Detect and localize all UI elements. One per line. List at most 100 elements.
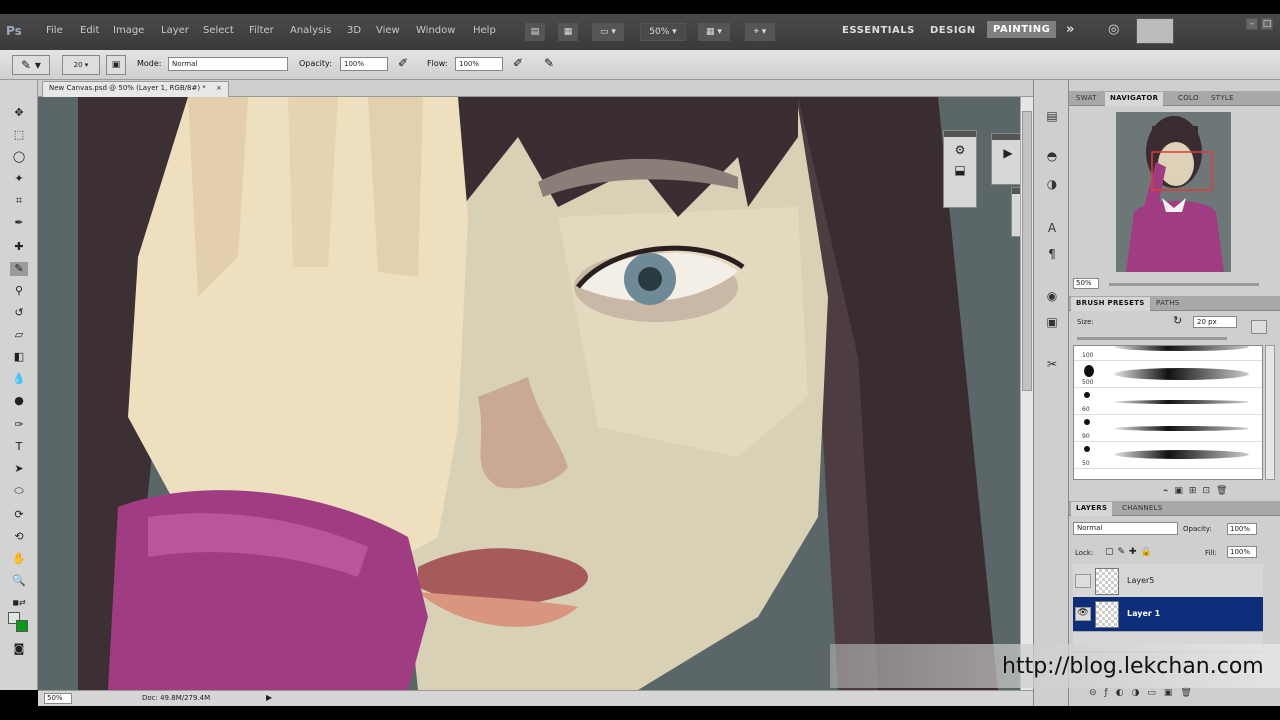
brush-preset-menu-icon[interactable] bbox=[1251, 320, 1267, 334]
menu-analysis[interactable]: Analysis bbox=[290, 25, 331, 36]
view-extras-icon[interactable]: ▦ ▾ bbox=[698, 23, 730, 41]
lock-options-icons[interactable]: ▢✎✚🔒 bbox=[1105, 547, 1156, 557]
brush-preset-row[interactable]: 500 bbox=[1074, 361, 1262, 388]
opacity-input[interactable]: 100% bbox=[340, 57, 388, 71]
3d-orbit-tool-icon[interactable]: ⟲ bbox=[10, 530, 28, 544]
navigator-preview[interactable] bbox=[1116, 112, 1231, 272]
hand-icon[interactable]: ✋ bbox=[1012, 200, 1020, 214]
eye-icon[interactable]: 👁 bbox=[1075, 607, 1091, 621]
brush-size-picker[interactable]: 20 ▾ bbox=[62, 55, 100, 75]
more-workspaces-icon[interactable]: » bbox=[1066, 22, 1075, 37]
status-zoom-input[interactable]: 50% bbox=[44, 693, 72, 704]
tab-layers[interactable]: LAYERS bbox=[1071, 502, 1113, 516]
brush-tool-icon[interactable]: ✎ bbox=[10, 262, 28, 276]
navigator-zoom-slider[interactable] bbox=[1109, 283, 1259, 286]
workspace-design[interactable]: DESIGN bbox=[930, 25, 976, 36]
minimize-icon[interactable]: – bbox=[1246, 18, 1258, 30]
zoom-tool-icon[interactable]: 🔍 bbox=[10, 574, 28, 588]
background-color-swatch[interactable] bbox=[16, 620, 28, 632]
navigator-zoom-input[interactable]: 50% bbox=[1073, 278, 1099, 289]
layer-visibility-toggle[interactable] bbox=[1075, 574, 1091, 588]
tool-presets-icon[interactable]: ⬓ bbox=[944, 163, 976, 177]
maximize-icon[interactable]: □ bbox=[1261, 18, 1273, 30]
menu-view[interactable]: View bbox=[376, 25, 400, 36]
actions-play-icon[interactable]: ▶ bbox=[992, 146, 1020, 160]
dodge-tool-icon[interactable]: ● bbox=[10, 394, 28, 408]
default-colors-icon[interactable]: ◼⇄ bbox=[10, 596, 28, 610]
brush-list-scrollbar[interactable] bbox=[1265, 345, 1275, 480]
clone-stamp-tool-icon[interactable]: ⚲ bbox=[10, 284, 28, 298]
menu-window[interactable]: Window bbox=[416, 25, 455, 36]
layer-row[interactable]: 👁 Layer 1 bbox=[1073, 597, 1263, 632]
menu-filter[interactable]: Filter bbox=[249, 25, 274, 36]
cs-live-icon[interactable]: ◎ bbox=[1108, 22, 1120, 37]
history-brush-tool-icon[interactable]: ↺ bbox=[10, 306, 28, 320]
tab-paths[interactable]: PATHS bbox=[1151, 297, 1185, 311]
marquee-tool-icon[interactable]: ⬚ bbox=[10, 128, 28, 142]
paragraph-panel-icon[interactable]: ¶ bbox=[1043, 246, 1061, 262]
tab-brush-presets[interactable]: BRUSH PRESETS bbox=[1071, 297, 1150, 311]
canvas-vertical-scrollbar[interactable] bbox=[1020, 97, 1033, 690]
document-canvas[interactable]: ⚙ ⬓ ▶ ✋ bbox=[38, 97, 1020, 690]
layers-panel-footer-icons[interactable]: ⊝ƒ◐◑▭▣🗑 bbox=[1089, 688, 1200, 698]
menu-layer[interactable]: Layer bbox=[161, 25, 189, 36]
masks-panel-icon[interactable]: ◉ bbox=[1043, 288, 1061, 304]
tab-color[interactable]: COLO bbox=[1173, 92, 1204, 106]
eyedropper-tool-icon[interactable]: ✒ bbox=[10, 216, 28, 230]
path-select-tool-icon[interactable]: ➤ bbox=[10, 462, 28, 476]
scrollbar-thumb[interactable] bbox=[1022, 111, 1032, 391]
minibridge-icon[interactable]: ▦ bbox=[558, 23, 578, 41]
crop-tool-icon[interactable]: ⌗ bbox=[10, 194, 28, 208]
cs-live-button[interactable] bbox=[1136, 18, 1174, 44]
character-panel-icon[interactable]: A bbox=[1043, 220, 1061, 236]
reset-size-icon[interactable]: ↻ bbox=[1173, 314, 1182, 327]
menu-file[interactable]: File bbox=[46, 25, 63, 36]
quick-select-tool-icon[interactable]: ✦ bbox=[10, 172, 28, 186]
brush-tool-preset-icon[interactable]: ✎ ▾ bbox=[12, 55, 50, 75]
healing-brush-tool-icon[interactable]: ✚ bbox=[10, 240, 28, 254]
status-menu-arrow-icon[interactable]: ▶ bbox=[266, 693, 272, 702]
tab-styles[interactable]: STYLE bbox=[1206, 92, 1239, 106]
type-tool-icon[interactable]: T bbox=[10, 440, 28, 454]
gradient-tool-icon[interactable]: ◧ bbox=[10, 350, 28, 364]
shape-tool-icon[interactable]: ⬭ bbox=[10, 484, 28, 498]
mode-select[interactable]: Normal bbox=[168, 57, 288, 71]
pen-tool-icon[interactable]: ✑ bbox=[10, 418, 28, 432]
brush-size-slider[interactable] bbox=[1077, 337, 1227, 340]
brush-preset-row[interactable]: 50 bbox=[1074, 442, 1262, 469]
brush-preset-row[interactable]: 90 bbox=[1074, 415, 1262, 442]
workspace-essentials[interactable]: ESSENTIALS bbox=[842, 25, 915, 36]
layer-blend-mode-select[interactable]: Normal bbox=[1073, 522, 1178, 535]
brush-panel-footer-icons[interactable]: ⌁▣⊞⊡🗑 bbox=[1163, 486, 1233, 496]
opacity-pressure-icon[interactable]: ✐ bbox=[398, 56, 408, 70]
workspace-painting[interactable]: PAINTING bbox=[987, 21, 1057, 38]
zoom-level-dropdown[interactable]: 50% ▾ bbox=[640, 23, 686, 41]
tab-navigator[interactable]: NAVIGATOR bbox=[1105, 92, 1164, 106]
clone-source-icon[interactable]: ⚙ bbox=[944, 143, 976, 157]
menu-image[interactable]: Image bbox=[113, 25, 144, 36]
history-panel-icon[interactable]: ▤ bbox=[1043, 108, 1061, 124]
brush-preset-row[interactable]: 60 bbox=[1074, 388, 1262, 415]
fill-input[interactable]: 100% bbox=[1227, 546, 1257, 558]
blur-tool-icon[interactable]: 💧 bbox=[10, 372, 28, 386]
brush-panel-toggle-icon[interactable]: ▣ bbox=[106, 55, 126, 75]
menu-edit[interactable]: Edit bbox=[80, 25, 99, 36]
hand-tool-icon[interactable]: ✋ bbox=[10, 552, 28, 566]
flow-input[interactable]: 100% bbox=[455, 57, 503, 71]
layer-comps-panel-icon[interactable]: ▣ bbox=[1043, 314, 1061, 330]
lasso-tool-icon[interactable]: ◯ bbox=[10, 150, 28, 164]
airbrush-icon[interactable]: ✐ bbox=[513, 56, 523, 70]
tab-channels[interactable]: CHANNELS bbox=[1117, 502, 1168, 516]
close-document-icon[interactable]: × bbox=[216, 84, 222, 92]
histogram-panel-icon[interactable]: ◓ bbox=[1043, 148, 1061, 164]
quick-mask-icon[interactable]: ◙ bbox=[10, 642, 28, 656]
adjustments-panel-icon[interactable]: ◑ bbox=[1043, 176, 1061, 192]
brush-preset-row[interactable]: 100 bbox=[1074, 346, 1262, 361]
document-tab[interactable]: New Canvas.psd @ 50% (Layer 1, RGB/8#) *… bbox=[42, 81, 229, 97]
tab-swatches[interactable]: SWAT bbox=[1071, 92, 1102, 106]
move-tool-icon[interactable]: ✥ bbox=[10, 106, 28, 120]
layer-row[interactable]: Layer5 bbox=[1073, 564, 1263, 599]
menu-select[interactable]: Select bbox=[203, 25, 234, 36]
eraser-tool-icon[interactable]: ▱ bbox=[10, 328, 28, 342]
bridge-icon[interactable]: ▤ bbox=[525, 23, 545, 41]
